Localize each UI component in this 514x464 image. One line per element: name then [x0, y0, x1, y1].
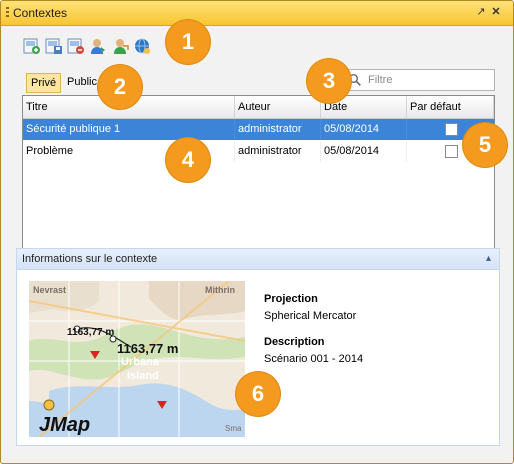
- map-label-sma: Sma: [225, 424, 242, 433]
- row-date: 05/08/2014: [321, 141, 407, 162]
- row-title: Sécurité publique 1: [23, 119, 235, 140]
- row-author: administrator: [235, 119, 321, 140]
- table-row[interactable]: Problème administrator 05/08/2014: [23, 141, 494, 162]
- map-label-mithrin: Mithrin: [205, 285, 235, 295]
- table-header: Titre Auteur Date Par défaut: [23, 96, 494, 119]
- public-toggle[interactable]: Public: [63, 73, 101, 91]
- collapse-icon[interactable]: ▴: [486, 249, 491, 269]
- title-bar[interactable]: Contextes ↗ ✕: [1, 1, 513, 26]
- default-checkbox[interactable]: [445, 145, 458, 158]
- projection-label: Projection: [264, 293, 318, 305]
- contexts-window: Contextes ↗ ✕ Privé Public Filtre Titre …: [0, 0, 514, 464]
- callout-6: 6: [236, 372, 280, 416]
- globe-icon[interactable]: [133, 37, 151, 55]
- measure-label-small: 1163,77 m: [67, 327, 114, 338]
- close-icon[interactable]: ✕: [490, 6, 502, 18]
- user-context-icon[interactable]: [89, 37, 107, 55]
- callout-4: 4: [166, 138, 210, 182]
- row-date: 05/08/2014: [321, 119, 407, 140]
- delete-context-icon[interactable]: [67, 37, 85, 55]
- callout-5: 5: [463, 123, 507, 167]
- map-label-nevrast: Nevrast: [33, 285, 66, 295]
- window-title: Contextes: [13, 6, 68, 20]
- description-label: Description: [264, 336, 325, 348]
- measure-label-large: 1163,77 m: [117, 341, 178, 356]
- map-label-island: Island: [127, 370, 159, 382]
- save-context-icon[interactable]: [45, 37, 63, 55]
- table-row[interactable]: Sécurité publique 1 administrator 05/08/…: [23, 119, 494, 140]
- description-value: Scénario 001 - 2014: [264, 353, 364, 365]
- projection-value: Spherical Mercator: [264, 310, 357, 322]
- filter-input[interactable]: [366, 71, 492, 89]
- default-checkbox[interactable]: [445, 123, 458, 136]
- context-info-panel: Informations sur le contexte ▴ Nevrast M…: [16, 248, 500, 446]
- drag-grip-icon[interactable]: [6, 7, 9, 17]
- info-panel-title: Informations sur le contexte: [22, 253, 158, 265]
- context-map-thumbnail: Nevrast Mithrin Urbana Island Sma 1163,7…: [29, 281, 245, 437]
- row-author: administrator: [235, 141, 321, 162]
- contexts-table: Titre Auteur Date Par défaut Sécurité pu…: [22, 95, 495, 263]
- map-label-urbana: Urbana: [121, 356, 160, 368]
- column-default[interactable]: Par défaut: [407, 96, 494, 118]
- callout-1: 1: [166, 20, 210, 64]
- column-author[interactable]: Auteur: [235, 96, 321, 118]
- undock-icon[interactable]: ↗: [475, 6, 487, 18]
- callout-2: 2: [98, 65, 142, 109]
- filter-box[interactable]: [343, 69, 495, 91]
- jmap-logo: JMap: [39, 414, 90, 436]
- add-context-icon[interactable]: [23, 37, 41, 55]
- share-context-icon[interactable]: [111, 37, 129, 55]
- callout-3: 3: [307, 59, 351, 103]
- info-panel-header[interactable]: Informations sur le contexte ▴: [17, 249, 499, 270]
- private-toggle[interactable]: Privé: [26, 73, 62, 93]
